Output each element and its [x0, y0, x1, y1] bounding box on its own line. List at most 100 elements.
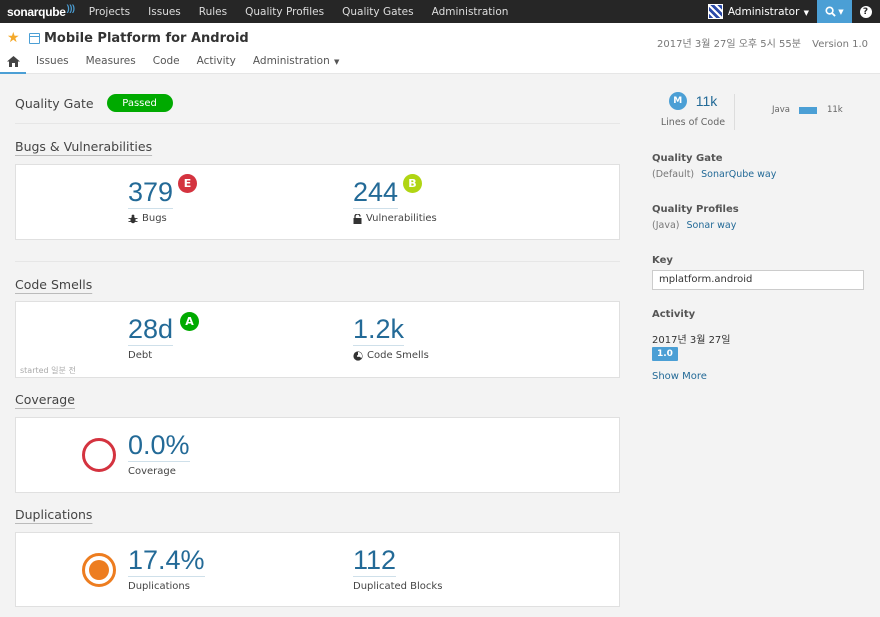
activity-date: 2017년 3월 27일 — [652, 335, 731, 346]
nav-projects[interactable]: Projects — [89, 6, 130, 18]
quality-gate-default-tag: (Default) — [652, 169, 695, 180]
nav-administration[interactable]: Administration — [432, 6, 509, 18]
coverage-label: Coverage — [128, 466, 176, 477]
help-button[interactable]: ? — [857, 0, 874, 23]
debt-label: Debt — [128, 350, 153, 361]
duplicated-blocks-label-row: Duplicated Blocks — [353, 581, 442, 592]
show-more-link[interactable]: Show More — [652, 371, 707, 382]
coverage-label-row: Coverage — [128, 466, 190, 477]
size-badge: M — [668, 92, 687, 110]
user-avatar[interactable] — [707, 4, 723, 19]
coverage-donut-chart — [82, 438, 116, 472]
loc-label: Lines of Code — [660, 117, 726, 128]
tab-code[interactable]: Code — [153, 53, 180, 67]
activity-heading: Activity — [652, 309, 696, 320]
activity-version-badge: 1.0 — [652, 347, 678, 361]
language-distribution: Java 11k — [772, 105, 843, 115]
quality-profile-info: (Java) Sonar way — [652, 220, 736, 231]
quality-gate-info: (Default) SonarQube way — [652, 169, 776, 180]
project-title[interactable]: Mobile Platform for Android — [44, 31, 249, 46]
language-bar — [798, 106, 817, 114]
help-icon: ? — [859, 5, 872, 18]
vulnerabilities-value[interactable]: 244 — [353, 177, 399, 209]
divider — [15, 261, 620, 262]
key-heading: Key — [652, 255, 673, 266]
debt-value[interactable]: 28d — [128, 314, 174, 346]
tab-activity[interactable]: Activity — [197, 53, 236, 67]
language-value: 11k — [826, 105, 843, 115]
divider — [734, 94, 735, 130]
project-icon — [29, 33, 40, 44]
loc-row: M 11k — [652, 92, 734, 110]
coverage-measure[interactable]: 0.0% Coverage — [128, 430, 190, 477]
code-smells-card: 28d Debt A 1.2k Code Smells started 일분 전 — [15, 301, 620, 378]
quality-profile-language: (Java) — [652, 220, 680, 231]
bugs-vulnerabilities-title[interactable]: Bugs & Vulnerabilities — [15, 139, 152, 154]
lock-open-icon — [353, 213, 362, 224]
lines-of-code-block[interactable]: M 11k Lines of Code — [652, 92, 734, 128]
code-smells-measure[interactable]: 1.2k Code Smells — [353, 314, 429, 361]
tab-administration[interactable]: Administration ▼ — [253, 53, 339, 67]
leak-period-started: started 일분 전 — [20, 366, 76, 375]
nav-quality-gates[interactable]: Quality Gates — [342, 6, 413, 18]
nav-rules[interactable]: Rules — [199, 6, 227, 18]
search-button[interactable]: ▼ — [817, 0, 852, 23]
loc-value[interactable]: 11k — [696, 93, 718, 109]
duplications-donut-chart — [82, 553, 116, 587]
quality-gate-row: Quality Gate Passed — [15, 94, 173, 112]
tab-issues[interactable]: Issues — [36, 53, 69, 67]
bugs-label-row: Bugs — [128, 213, 173, 224]
favorite-star-icon[interactable]: ★ — [7, 30, 20, 46]
overview-main: Quality Gate Passed Bugs & Vulnerabiliti… — [0, 74, 632, 617]
code-smells-title[interactable]: Code Smells — [15, 277, 92, 292]
duplications-measure[interactable]: 17.4% Duplications — [128, 545, 205, 592]
quality-profile-link[interactable]: Sonar way — [687, 220, 737, 231]
code-smells-label-row: Code Smells — [353, 350, 429, 361]
language-name: Java — [772, 105, 790, 115]
search-icon — [825, 6, 837, 17]
nav-quality-profiles[interactable]: Quality Profiles — [245, 6, 324, 18]
project-header: ★ Mobile Platform for Android 2017년 3월 2… — [0, 23, 880, 74]
chevron-down-icon: ▼ — [801, 8, 809, 17]
vulnerabilities-measure[interactable]: 244 Vulnerabilities — [353, 177, 437, 224]
bugs-value[interactable]: 379 — [128, 177, 174, 209]
vulnerabilities-label: Vulnerabilities — [366, 213, 437, 224]
tab-administration-label: Administration — [252, 55, 330, 67]
bugs-rating-badge[interactable]: E — [178, 174, 197, 193]
code-smells-value[interactable]: 1.2k — [353, 314, 405, 346]
nav-issues[interactable]: Issues — [148, 6, 181, 18]
debt-measure[interactable]: 28d Debt — [128, 314, 174, 361]
user-name: Administrator — [727, 5, 800, 18]
quality-profiles-heading: Quality Profiles — [652, 204, 739, 215]
duplications-label-row: Duplications — [128, 581, 205, 592]
sonarqube-logo[interactable]: sonarqube))) — [7, 3, 75, 19]
chevron-down-icon: ▼ — [838, 7, 844, 16]
tab-measures[interactable]: Measures — [86, 53, 136, 67]
quality-gate-heading: Quality Gate — [652, 153, 723, 164]
coverage-title[interactable]: Coverage — [15, 392, 75, 407]
coverage-value[interactable]: 0.0% — [128, 430, 190, 462]
code-smells-label: Code Smells — [367, 350, 429, 361]
maintainability-rating-badge[interactable]: A — [180, 312, 199, 331]
project-tabs: Issues Measures Code Activity Administra… — [0, 53, 356, 74]
duplicated-blocks-value[interactable]: 112 — [353, 545, 397, 577]
bug-icon — [128, 214, 138, 223]
duplications-title[interactable]: Duplications — [15, 507, 92, 522]
quality-gate-status-badge: Passed — [106, 94, 173, 112]
top-navbar: sonarqube))) Projects Issues Rules Quali… — [0, 0, 880, 23]
duplications-value[interactable]: 17.4% — [128, 545, 205, 577]
quality-gate-link[interactable]: SonarQube way — [701, 169, 776, 180]
divider — [15, 123, 620, 124]
tab-home[interactable] — [0, 53, 26, 74]
coverage-card: 0.0% Coverage — [15, 417, 620, 493]
user-menu[interactable]: Administrator ▼ — [728, 6, 809, 18]
vulnerabilities-rating-badge[interactable]: B — [403, 174, 422, 193]
bugs-measure[interactable]: 379 Bugs — [128, 177, 174, 224]
debt-label-row: Debt — [128, 350, 173, 361]
project-key-field[interactable]: mplatform.android — [652, 270, 864, 290]
analysis-date: 2017년 3월 27일 오후 5시 55분 — [657, 39, 801, 50]
logo-text: sonarqube — [7, 4, 66, 19]
radiation-icon — [353, 350, 363, 361]
duplications-donut-fill — [89, 560, 109, 580]
duplicated-blocks-measure[interactable]: 112 Duplicated Blocks — [353, 545, 442, 592]
